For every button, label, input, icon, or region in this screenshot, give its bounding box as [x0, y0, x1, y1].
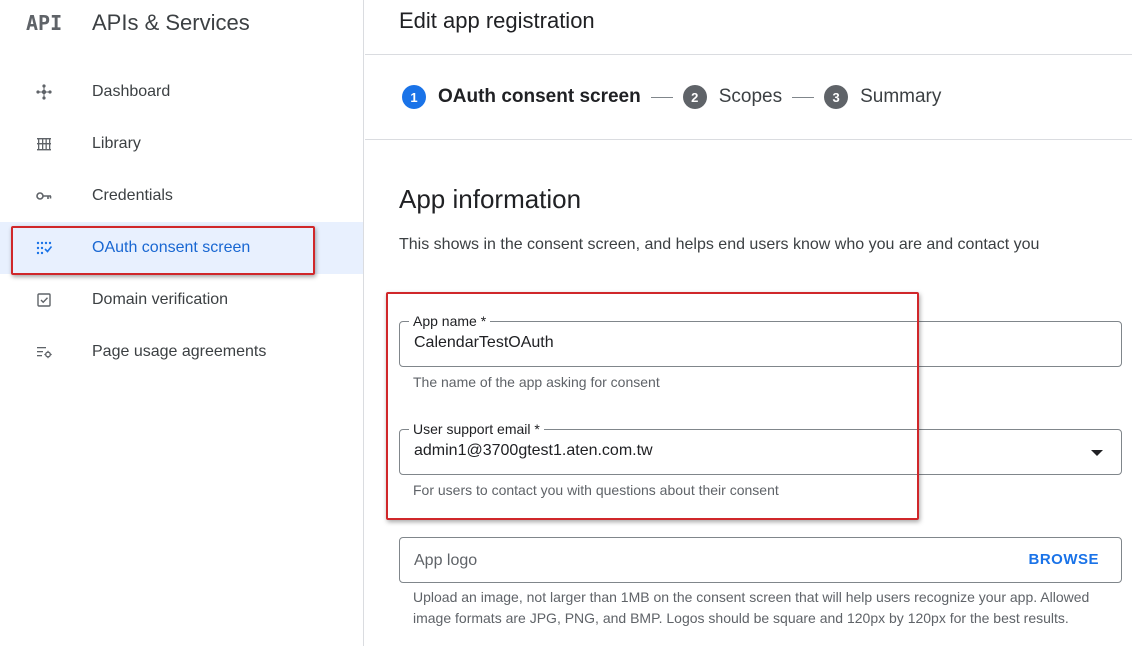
- app-logo-placeholder: App logo: [414, 552, 478, 569]
- step-label-summary[interactable]: Summary: [860, 86, 941, 108]
- sidebar: API APIs & Services Dashboard Library Cr…: [0, 0, 364, 646]
- dropdown-arrow-icon[interactable]: [1091, 450, 1103, 456]
- brand-title: APIs & Services: [92, 10, 250, 35]
- sidebar-item-label: Credentials: [92, 187, 173, 204]
- sidebar-item-label: Library: [92, 135, 141, 152]
- key-icon: [35, 187, 53, 205]
- step-label-oauth-consent-screen[interactable]: OAuth consent screen: [438, 86, 641, 108]
- user-support-email-value[interactable]: admin1@3700gtest1.aten.com.tw: [414, 442, 653, 460]
- app-name-value[interactable]: CalendarTestOAuth: [414, 334, 554, 352]
- sidebar-item-page-usage-agreements[interactable]: Page usage agreements: [0, 326, 363, 378]
- main-content: Edit app registration 1 OAuth consent sc…: [365, 0, 1132, 646]
- section-title: App information: [399, 184, 582, 214]
- sidebar-item-label: Domain verification: [92, 291, 229, 308]
- app-root: API APIs & Services Dashboard Library Cr…: [0, 0, 1132, 646]
- settings-list-icon: [35, 343, 53, 361]
- step-connector: [792, 96, 815, 98]
- sidebar-item-credentials[interactable]: Credentials: [0, 170, 363, 222]
- sidebar-item-label: Dashboard: [92, 83, 171, 100]
- consent-icon: [35, 239, 53, 257]
- dashboard-icon: [35, 83, 53, 101]
- app-logo-field[interactable]: App logo BROWSE: [399, 537, 1122, 583]
- user-support-email-helper: For users to contact you with questions …: [413, 482, 779, 498]
- app-name-label: App name *: [409, 312, 491, 330]
- sidebar-item-label: OAuth consent screen: [92, 239, 251, 256]
- sidebar-item-label: Page usage agreements: [92, 343, 267, 360]
- api-logo: API: [26, 11, 63, 35]
- page-title: Edit app registration: [399, 8, 595, 33]
- checkbox-icon: [35, 291, 53, 309]
- sidebar-item-oauth-consent-screen[interactable]: OAuth consent screen: [0, 222, 363, 274]
- step-connector: [650, 96, 673, 98]
- stepper: 1 OAuth consent screen 2 Scopes 3 Summar…: [402, 84, 941, 110]
- sidebar-nav: Dashboard Library Credentials OAuth cons…: [0, 66, 363, 378]
- library-icon: [35, 135, 53, 153]
- browse-button[interactable]: BROWSE: [1029, 551, 1100, 568]
- sidebar-item-dashboard[interactable]: Dashboard: [0, 66, 363, 118]
- step-number-1: 1: [402, 85, 426, 109]
- user-support-email-select[interactable]: User support email * admin1@3700gtest1.a…: [399, 420, 1122, 475]
- sidebar-item-domain-verification[interactable]: Domain verification: [0, 274, 363, 326]
- step-label-scopes[interactable]: Scopes: [719, 86, 782, 108]
- app-name-field[interactable]: App name * CalendarTestOAuth: [399, 312, 1122, 367]
- app-logo-helper: Upload an image, not larger than 1MB on …: [413, 589, 1090, 626]
- user-support-email-label: User support email *: [409, 420, 544, 438]
- sidebar-item-library[interactable]: Library: [0, 118, 363, 170]
- stepper-divider: [365, 139, 1132, 140]
- step-number-2: 2: [682, 85, 707, 109]
- step-number-3: 3: [824, 85, 849, 109]
- app-name-helper: The name of the app asking for consent: [413, 374, 660, 390]
- section-description: This shows in the consent screen, and he…: [399, 236, 1040, 253]
- brand: API APIs & Services: [26, 6, 250, 40]
- header-divider: [365, 54, 1132, 55]
